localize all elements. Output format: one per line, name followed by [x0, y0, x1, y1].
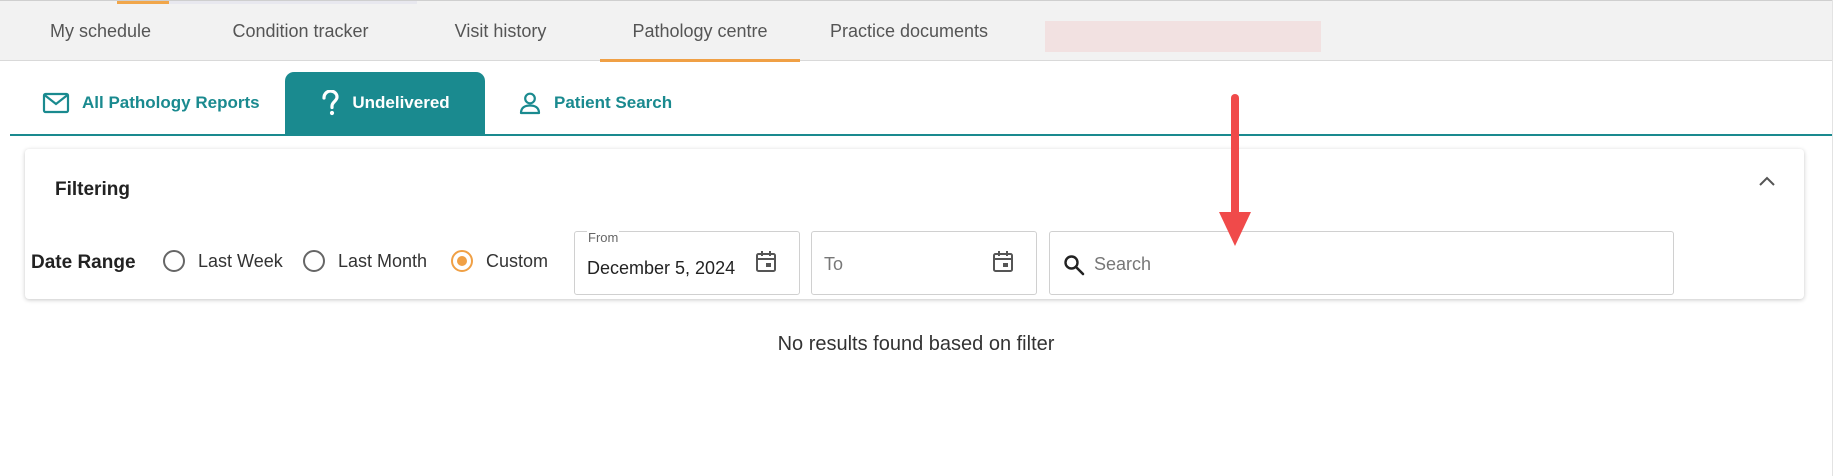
tab-visit-history[interactable]: Visit history — [428, 1, 573, 61]
envelope-icon — [42, 92, 70, 114]
to-date-placeholder: To — [824, 254, 844, 274]
top-navigation: My schedule Condition tracker Visit hist… — [0, 0, 1832, 62]
page-scrollbar[interactable] — [1832, 0, 1840, 476]
radio-custom[interactable]: Custom — [451, 250, 548, 272]
radio-label: Last Week — [198, 250, 283, 271]
to-date-field[interactable]: To — [811, 231, 1037, 295]
empty-results-message: No results found based on filter — [777, 333, 1055, 355]
radio-label: Last Month — [338, 250, 428, 271]
tab-my-schedule[interactable]: My schedule — [28, 1, 173, 61]
radio-circle[interactable] — [303, 250, 325, 272]
calendar-icon[interactable] — [992, 250, 1014, 274]
search-input[interactable] — [1092, 250, 1656, 278]
tab-condition-tracker[interactable]: Condition tracker — [208, 1, 393, 61]
tab-practice-documents[interactable]: Practice documents — [818, 1, 1000, 61]
subtab-label: Undelivered — [352, 93, 450, 112]
radio-last-month[interactable]: Last Month — [303, 250, 427, 272]
radio-last-week[interactable]: Last Week — [163, 250, 283, 272]
chevron-up-icon[interactable] — [1758, 175, 1776, 187]
person-icon — [519, 92, 541, 115]
from-date-value: December 5, 2024 — [587, 258, 736, 278]
calendar-icon[interactable] — [755, 250, 777, 274]
date-range-label: Date Range — [31, 252, 136, 273]
subtab-all-pathology-reports[interactable]: All Pathology Reports — [42, 72, 282, 134]
radio-label: Custom — [486, 250, 549, 271]
question-mark-icon — [322, 90, 339, 116]
radio-circle-selected[interactable] — [451, 250, 473, 272]
radio-circle[interactable] — [163, 250, 185, 272]
redacted-area — [1045, 21, 1321, 52]
subtab-label: Patient Search — [554, 93, 673, 112]
annotation-arrow-icon — [1219, 94, 1251, 246]
subtab-patient-search[interactable]: Patient Search — [518, 72, 718, 134]
tab-pathology-centre[interactable]: Pathology centre — [600, 1, 800, 62]
subtab-label: All Pathology Reports — [82, 93, 260, 112]
filter-title: Filtering — [55, 179, 130, 200]
search-field[interactable] — [1049, 231, 1674, 295]
from-date-field[interactable]: From December 5, 2024 — [574, 230, 800, 295]
filter-panel: Filtering Date Range Last Week Last Mont… — [25, 149, 1804, 299]
from-date-label: From — [587, 230, 620, 245]
subtab-undelivered[interactable]: Undelivered — [285, 72, 485, 134]
pathology-subtabs: All Pathology Reports Undelivered Patien… — [10, 72, 1834, 136]
search-icon — [1064, 255, 1085, 276]
